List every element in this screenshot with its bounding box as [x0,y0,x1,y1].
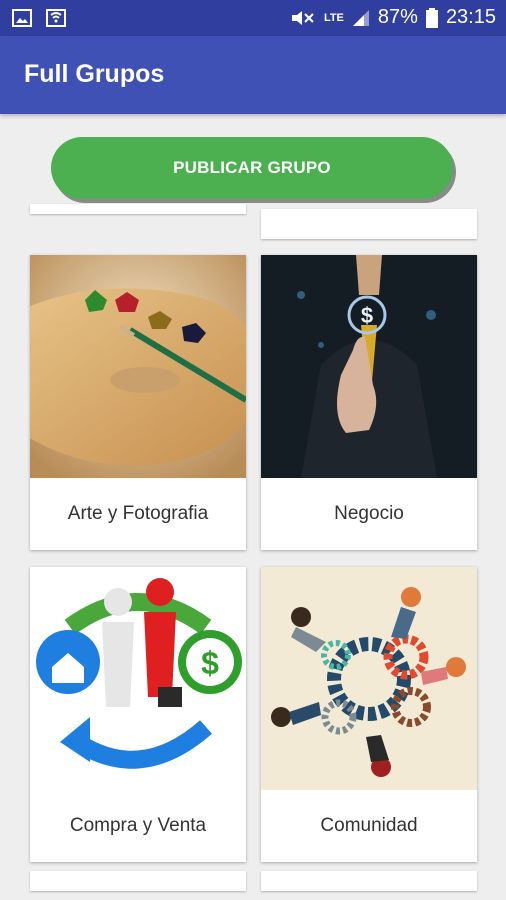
mute-icon [291,10,314,25]
category-label: Compra y Venta [69,815,207,836]
card-partial[interactable] [261,209,477,239]
category-label: Negocio [334,503,404,524]
handshake-dollar-house-image: $ [30,567,246,790]
category-label: Comunidad [320,815,418,836]
publish-group-button[interactable]: PUBLICAR GRUPO [51,137,453,199]
people-gears-image [261,567,477,790]
card-partial[interactable] [261,871,477,891]
card-partial[interactable] [30,871,246,891]
image-icon [12,9,32,27]
category-card-compra-venta[interactable]: $ Compra y Venta [30,567,246,862]
lte-icon: LTE [323,11,344,24]
battery-icon [425,7,438,28]
app-bar: Full Grupos [0,36,506,114]
card-partial[interactable] [30,204,246,214]
svg-text:$: $ [201,645,219,681]
status-bar: LTE 87% 23:15 [0,0,506,36]
category-card-arte[interactable]: Arte y Fotografia [30,255,246,550]
category-grid[interactable]: PUBLICAR GRUPO Arte y Fotografia $ Negoc… [0,114,506,900]
businessman-touch-dollar-image: $ [261,255,477,478]
svg-text:$: $ [361,303,373,328]
app-title: Full Grupos [24,60,165,88]
battery-percent: 87% [377,6,418,28]
category-card-comunidad[interactable]: Comunidad [261,567,477,862]
category-label: Arte y Fotografia [67,503,209,524]
clock: 23:15 [445,6,496,28]
paint-palette-image [30,255,246,478]
category-card-negocio[interactable]: $ Negocio [261,255,477,550]
signal-icon [352,9,369,26]
keyboard-icon [46,9,66,27]
